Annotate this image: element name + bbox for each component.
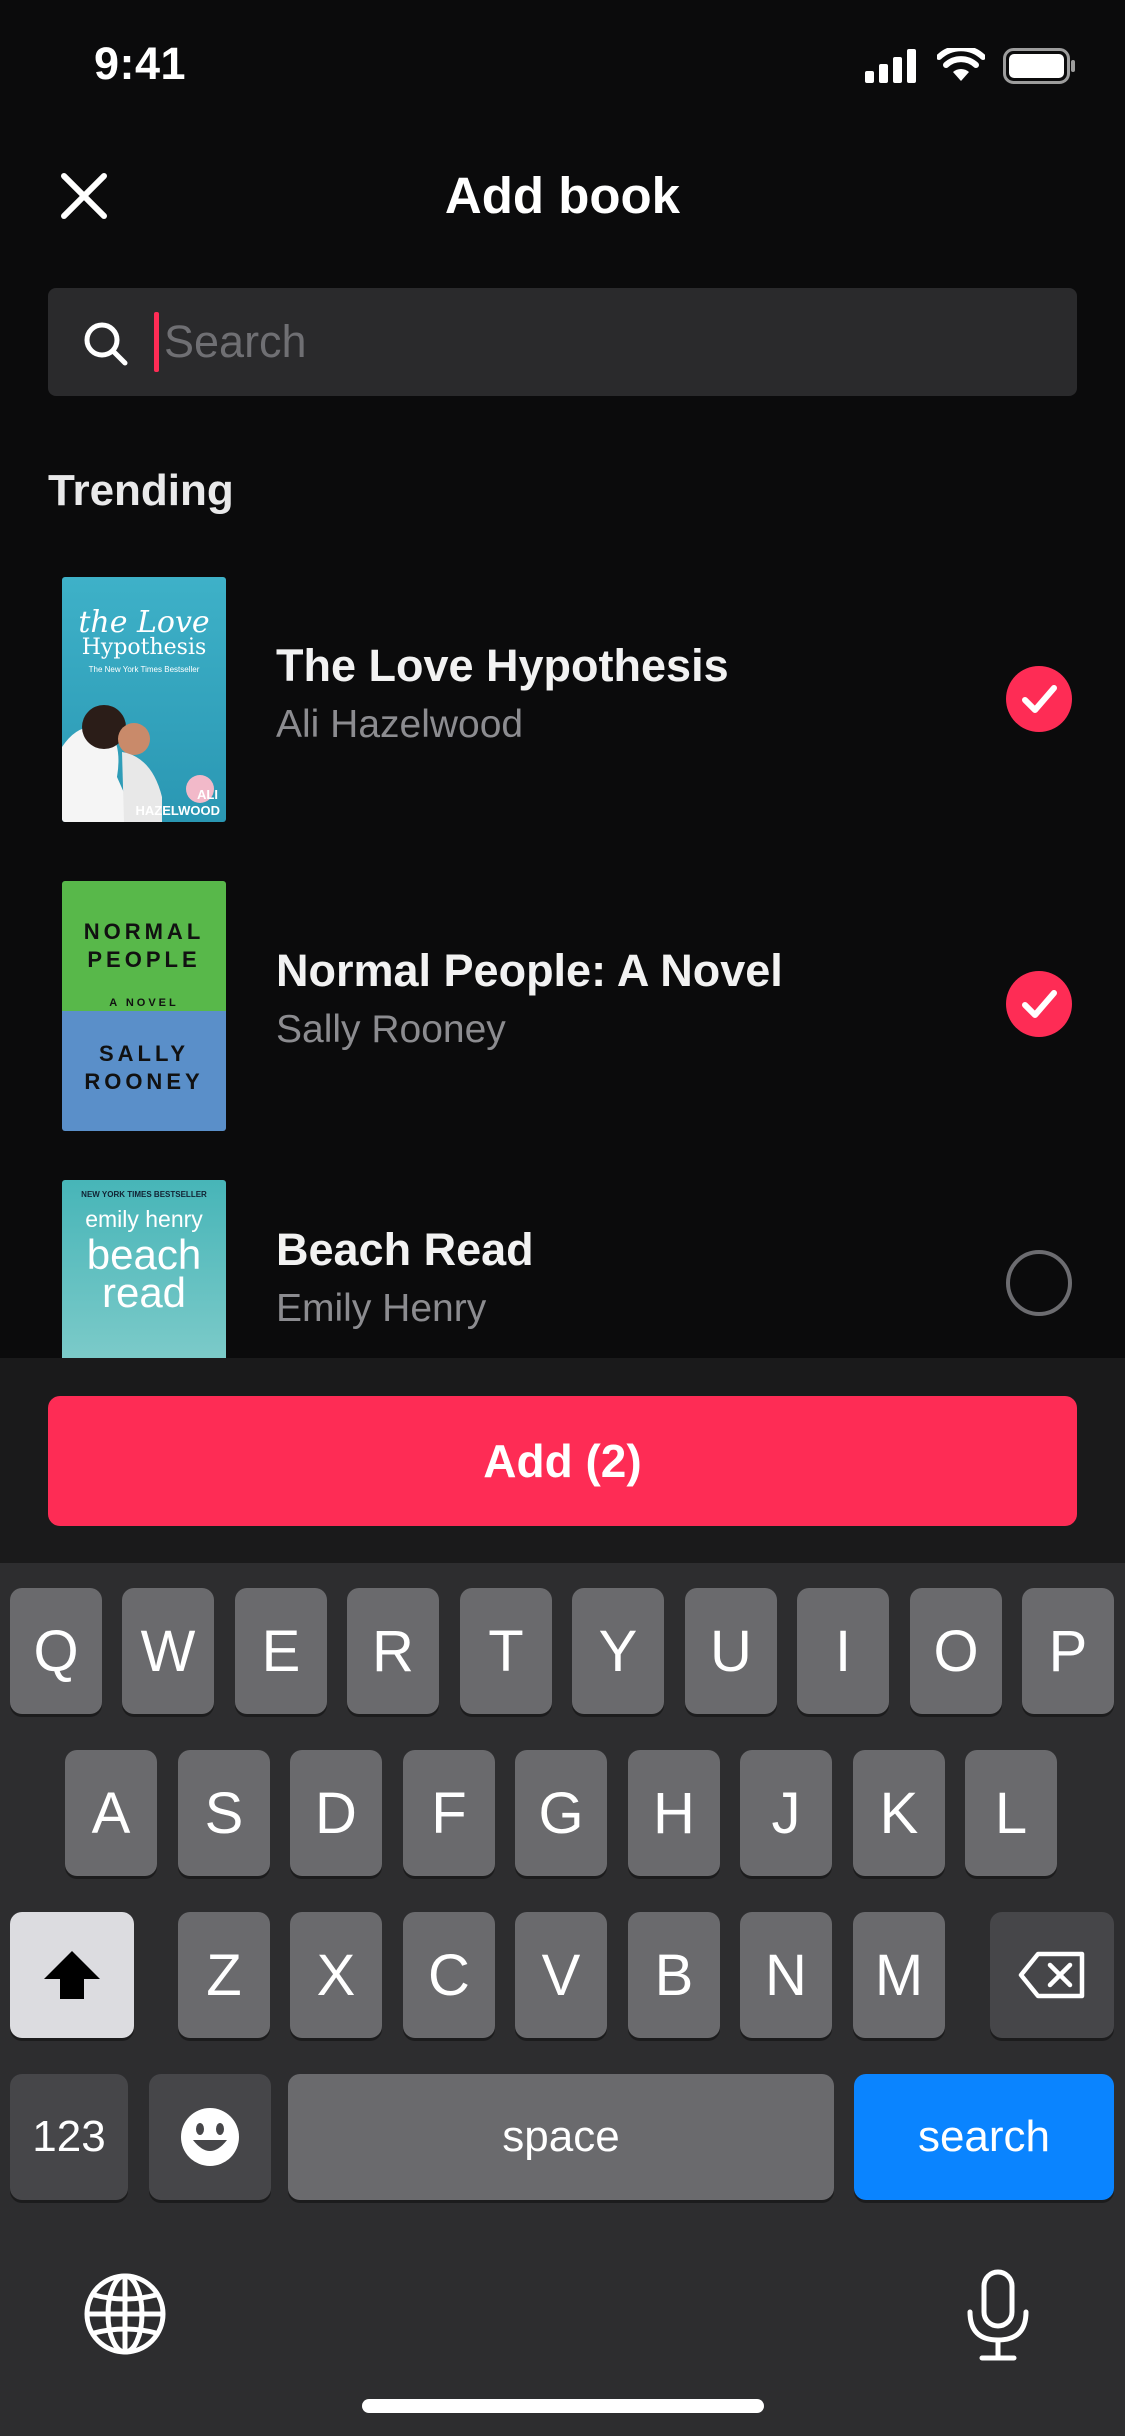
emoji-icon: [181, 2108, 239, 2166]
text-cursor: [154, 312, 159, 372]
key-k[interactable]: K: [853, 1750, 945, 1876]
key-r[interactable]: R: [347, 1588, 439, 1714]
wifi-icon: [937, 48, 985, 81]
status-icons: [865, 48, 1077, 84]
shift-icon: [44, 1951, 100, 1999]
book-title: Normal People: A Novel: [276, 945, 783, 996]
key-u[interactable]: U: [685, 1588, 777, 1714]
key-f[interactable]: F: [403, 1750, 495, 1876]
key-s[interactable]: S: [178, 1750, 270, 1876]
key-y[interactable]: Y: [572, 1588, 664, 1714]
cover-text: SALLY: [98, 1041, 190, 1066]
book-list: the Love Hypothesis The New York Times B…: [0, 540, 1125, 1358]
book-title: Beach Read: [276, 1224, 534, 1275]
microphone-icon: [967, 2269, 1029, 2361]
key-a[interactable]: A: [65, 1750, 157, 1876]
emoji-key[interactable]: [149, 2074, 271, 2200]
key-e[interactable]: E: [235, 1588, 327, 1714]
cover-text: The New York Times Bestseller: [88, 665, 200, 674]
checkmark-icon: [1022, 990, 1057, 1018]
book-title: The Love Hypothesis: [276, 640, 729, 691]
cover-text: emily henry: [85, 1206, 203, 1232]
status-time: 9:41: [94, 38, 187, 89]
add-button[interactable]: Add (2): [48, 1396, 1077, 1526]
shift-key[interactable]: [10, 1912, 134, 2038]
key-d[interactable]: D: [290, 1750, 382, 1876]
key-z[interactable]: Z: [178, 1912, 270, 2038]
selection-checkbox[interactable]: [1006, 1250, 1072, 1316]
cover-text: PEOPLE: [87, 947, 201, 972]
book-row[interactable]: the Love Hypothesis The New York Times B…: [0, 540, 1125, 840]
key-v[interactable]: V: [515, 1912, 607, 2038]
key-x[interactable]: X: [290, 1912, 382, 2038]
book-cover: NORMAL PEOPLE A NOVEL SALLY ROONEY: [62, 881, 226, 1131]
section-title: Trending: [48, 466, 234, 515]
signal-icon: [865, 49, 916, 83]
cover-text: ROONEY: [84, 1069, 204, 1094]
key-b[interactable]: B: [628, 1912, 720, 2038]
search-key[interactable]: search: [854, 2074, 1114, 2200]
key-q[interactable]: Q: [10, 1588, 102, 1714]
book-author: Sally Rooney: [276, 1008, 506, 1051]
cover-text: NORMAL: [83, 919, 205, 944]
selection-checkbox[interactable]: [1006, 666, 1072, 732]
selection-checkbox[interactable]: [1006, 971, 1072, 1037]
dictation-button[interactable]: [960, 2268, 1036, 2364]
page-title: Add book: [444, 167, 681, 224]
search-icon: [84, 322, 128, 366]
key-o[interactable]: O: [910, 1588, 1002, 1714]
key-h[interactable]: H: [628, 1750, 720, 1876]
cover-text: A NOVEL: [109, 997, 179, 1009]
keyboard: Q W E R T Y U I O P A S D F G H J K L Z …: [0, 1563, 1125, 2436]
key-n[interactable]: N: [740, 1912, 832, 2038]
cover-text: HAZELWOOD: [135, 803, 221, 818]
key-m[interactable]: M: [853, 1912, 945, 2038]
battery-icon: [1003, 48, 1075, 84]
search-input[interactable]: [164, 300, 1044, 384]
cover-text: Hypothesis: [81, 635, 207, 660]
key-i[interactable]: I: [797, 1588, 889, 1714]
book-author: Emily Henry: [276, 1287, 487, 1330]
globe-icon: [84, 2273, 166, 2355]
numbers-key[interactable]: 123: [10, 2074, 128, 2200]
key-p[interactable]: P: [1022, 1588, 1114, 1714]
book-row[interactable]: NEW YORK TIMES BESTSELLER emily henry be…: [0, 1150, 1125, 1358]
checkmark-icon: [1022, 685, 1057, 713]
globe-button[interactable]: [82, 2271, 174, 2363]
cover-text: NEW YORK TIMES BESTSELLER: [81, 1190, 207, 1199]
cover-text: ALI: [197, 787, 218, 802]
key-l[interactable]: L: [965, 1750, 1057, 1876]
key-w[interactable]: W: [122, 1588, 214, 1714]
home-indicator: [362, 2399, 764, 2413]
book-cover: NEW YORK TIMES BESTSELLER emily henry be…: [62, 1180, 226, 1358]
key-c[interactable]: C: [403, 1912, 495, 2038]
book-author: Ali Hazelwood: [276, 703, 524, 746]
book-row[interactable]: NORMAL PEOPLE A NOVEL SALLY ROONEY Norma…: [0, 845, 1125, 1145]
book-cover: the Love Hypothesis The New York Times B…: [62, 577, 226, 822]
space-key[interactable]: space: [288, 2074, 834, 2200]
key-g[interactable]: G: [515, 1750, 607, 1876]
delete-icon: [1018, 1951, 1085, 1999]
key-t[interactable]: T: [460, 1588, 552, 1714]
cover-text: read: [101, 1269, 187, 1316]
delete-key[interactable]: [990, 1912, 1114, 2038]
key-j[interactable]: J: [740, 1750, 832, 1876]
